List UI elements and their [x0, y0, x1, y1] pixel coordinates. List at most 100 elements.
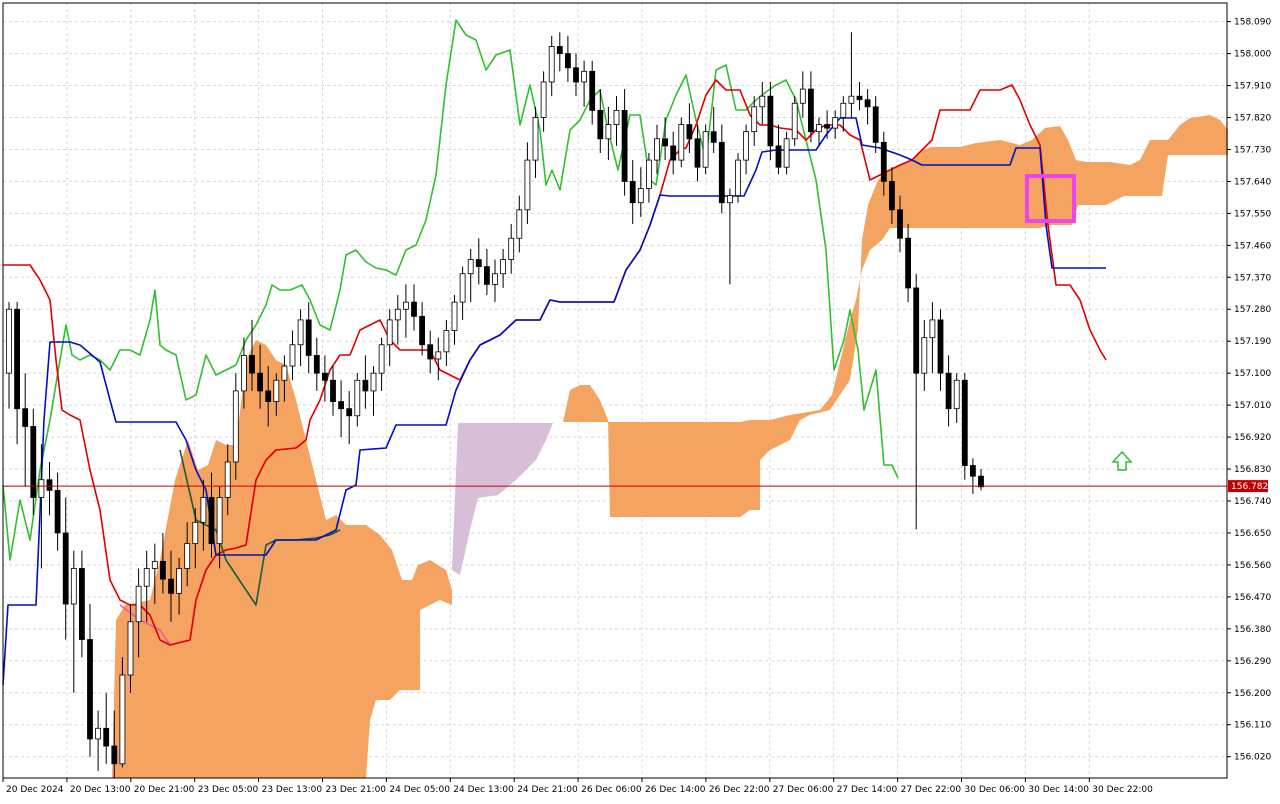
candle: [937, 309, 944, 391]
candle: [621, 89, 628, 196]
candle-body-bear: [937, 319, 944, 374]
candle: [467, 248, 474, 303]
y-tick-label: 157.100: [1234, 369, 1271, 379]
candle: [662, 117, 668, 161]
candle: [710, 106, 717, 153]
candle-body-bear: [824, 124, 830, 129]
x-tick-label: 30 Dec 06:00: [965, 785, 1026, 795]
candle-body-bear: [54, 489, 61, 534]
candle: [6, 302, 12, 409]
y-tick-label: 158.090: [1234, 18, 1271, 28]
y-tick-label: 157.910: [1234, 82, 1271, 92]
candle-body-bear: [321, 372, 328, 381]
x-tick-label: 24 Dec 21:00: [517, 785, 578, 795]
x-tick-label: 30 Dec 22:00: [1092, 785, 1153, 795]
candle: [808, 71, 814, 143]
candle-body-bull: [216, 497, 223, 545]
candle-body-bull: [176, 568, 183, 594]
candle-body-bear: [629, 181, 636, 204]
y-tick-label: 156.740: [1234, 497, 1271, 507]
chart-area[interactable]: 156.782 158.090 158.000 157.910 157.820 157.…: [0, 0, 1280, 800]
candle-body-bull: [184, 543, 191, 569]
candle-body-bear: [694, 138, 701, 168]
candle-body-bull: [508, 237, 515, 260]
candle-body-bear: [419, 315, 426, 346]
candle: [346, 390, 353, 445]
candle-body-bull: [38, 479, 45, 498]
candle: [492, 259, 498, 303]
candle: [459, 266, 466, 320]
candle-body-bull: [135, 585, 142, 623]
kumo-cloud: [112, 115, 1228, 778]
candle-body-bear: [808, 88, 814, 133]
candle: [848, 32, 855, 118]
candle-body-bear: [483, 266, 490, 285]
candle-body-bear: [864, 99, 871, 108]
candle: [953, 373, 960, 423]
candle-body-bear: [767, 95, 774, 147]
candle-body-bull: [289, 344, 296, 367]
candle: [629, 160, 636, 225]
candle: [759, 81, 766, 125]
candle-body-bear: [573, 67, 579, 83]
candle-body-bear: [597, 109, 604, 140]
candle-body-bear: [427, 344, 434, 360]
candle-body-bull: [524, 159, 531, 211]
candle: [799, 71, 806, 118]
candle-body-bear: [168, 578, 174, 594]
candle: [289, 330, 296, 381]
candle-body-bull: [354, 379, 361, 417]
candle: [305, 302, 312, 374]
candle-body-bear: [670, 145, 677, 161]
candle-body-bull: [921, 337, 928, 374]
candle-body-bear: [111, 745, 118, 765]
candle-body-bear: [265, 390, 272, 402]
candle: [905, 224, 911, 303]
candle-body-bull: [70, 568, 77, 605]
kumo-bull: [563, 115, 1228, 517]
candle-body-bear: [30, 426, 37, 498]
candle-body-bear: [897, 209, 903, 239]
candle-body-bear: [961, 379, 968, 466]
candle: [435, 337, 442, 381]
candle-body-bull: [840, 102, 847, 118]
candle: [313, 337, 320, 391]
x-tick-label: 23 Dec 21:00: [326, 785, 387, 795]
candle-body-bear: [970, 465, 976, 477]
y-tick-label: 156.020: [1234, 753, 1271, 763]
candle-body-bear: [856, 95, 863, 101]
candle-body-bear: [257, 372, 264, 392]
candle: [62, 497, 69, 640]
y-tick-label: 156.650: [1234, 529, 1271, 539]
ichimoku-chart[interactable]: 156.782 158.090 158.000 157.910 157.820 157.…: [0, 0, 1280, 800]
candle-body-bull: [613, 109, 620, 125]
candle-body-bull: [581, 70, 587, 83]
candle-body-bull: [273, 379, 280, 402]
x-tick-label: 26 Dec 14:00: [645, 785, 706, 795]
candle-body-bear: [362, 379, 369, 392]
candle: [427, 330, 434, 374]
candle-body-bull: [200, 497, 207, 523]
candle: [451, 295, 458, 345]
candle: [297, 309, 304, 367]
candle: [321, 355, 328, 402]
candle-body-bear: [330, 379, 336, 402]
candle-body-bull: [297, 319, 304, 346]
candle-body-bear: [710, 131, 717, 143]
x-tick-label: 27 Dec 14:00: [837, 785, 898, 795]
x-tick-label: 23 Dec 05:00: [198, 785, 259, 795]
x-tick-label: 20 Dec 13:00: [70, 785, 131, 795]
candle-body-bear: [872, 106, 879, 143]
candle-body-bear: [556, 46, 563, 54]
candle-body-bull: [386, 319, 393, 346]
y-tick-label: 157.640: [1234, 177, 1271, 187]
candle-body-bull: [492, 273, 498, 285]
candle: [54, 472, 61, 551]
candle: [87, 603, 93, 757]
candle: [646, 152, 652, 203]
candle-body-bull: [127, 621, 134, 676]
candle-body-bull: [751, 106, 758, 133]
candle: [79, 550, 85, 658]
y-tick-label: 157.550: [1234, 209, 1271, 219]
candle: [443, 319, 450, 367]
